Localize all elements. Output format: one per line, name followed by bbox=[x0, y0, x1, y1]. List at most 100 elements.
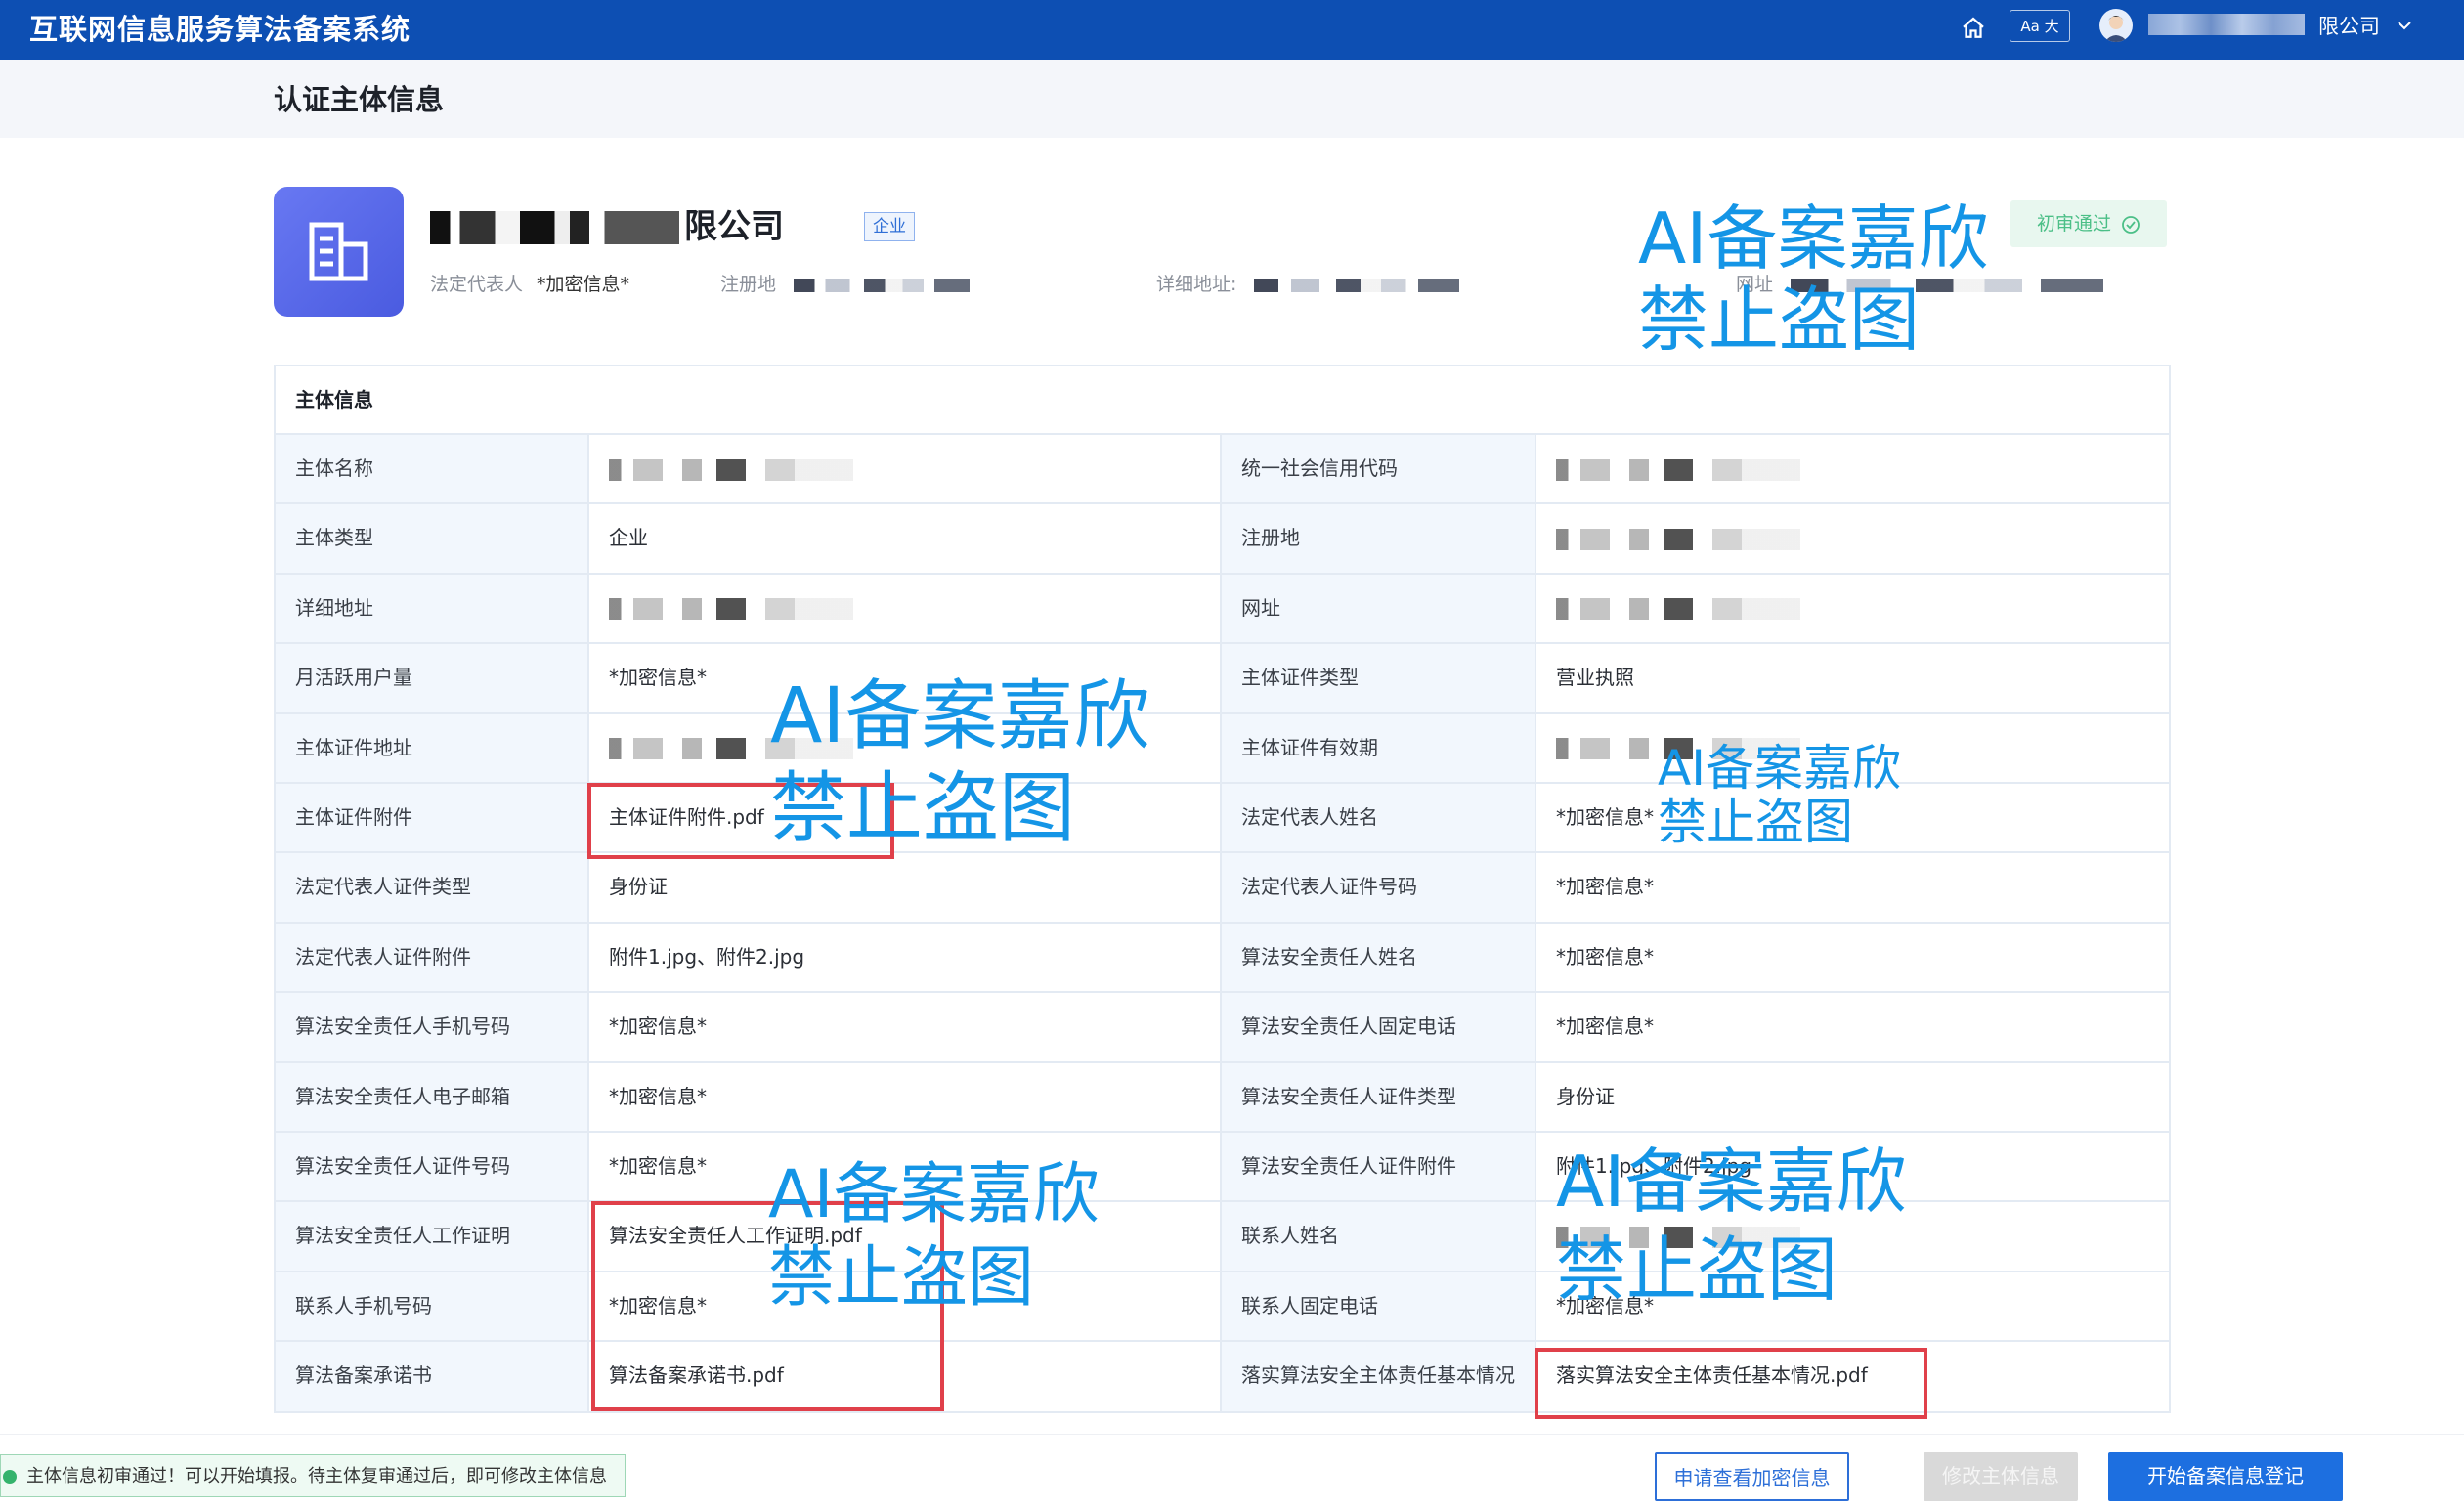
field-value[interactable]: 附件1.jpg、附件2.jpg bbox=[1536, 1133, 2169, 1203]
field-label: 法定代表人证件附件 bbox=[276, 923, 589, 994]
redacted-mosaic bbox=[1556, 528, 1800, 550]
field-value: *加密信息* bbox=[1536, 993, 2169, 1063]
avatar[interactable] bbox=[2099, 9, 2133, 42]
field-label: 联系人固定电话 bbox=[1222, 1272, 1536, 1343]
field-value bbox=[1536, 714, 2169, 784]
watermark-line: AI备案嘉欣 bbox=[1638, 197, 1989, 280]
field-value: *加密信息* bbox=[1536, 1272, 2169, 1343]
app-title: 互联网信息服务算法备案系统 bbox=[29, 13, 411, 46]
user-name-mosaic bbox=[2148, 14, 2305, 35]
field-label: 法定代表人证件类型 bbox=[276, 853, 589, 924]
edit-entity-button[interactable]: 修改主体信息 bbox=[1924, 1452, 2078, 1501]
field-label: 落实算法安全主体责任基本情况 bbox=[1222, 1342, 1536, 1412]
success-icon bbox=[3, 1470, 17, 1484]
redacted-mosaic bbox=[1556, 738, 1800, 760]
redacted-mosaic bbox=[1556, 598, 1800, 621]
notice-text: 主体信息初审通过！可以开始填报。待主体复审通过后，即可修改主体信息 bbox=[26, 1466, 607, 1487]
field-label: 算法安全责任人工作证明 bbox=[276, 1202, 589, 1272]
field-value bbox=[1536, 575, 2169, 645]
field-value[interactable]: 附件1.jpg、附件2.jpg bbox=[589, 923, 1222, 994]
field-value: 身份证 bbox=[589, 853, 1222, 924]
status-text: 初审通过 bbox=[2036, 213, 2111, 235]
field-label: 联系人姓名 bbox=[1222, 1202, 1536, 1272]
field-label: 网址 bbox=[1222, 574, 1536, 645]
field-label: 算法安全责任人证件类型 bbox=[1222, 1062, 1536, 1133]
field-value: *加密信息* bbox=[1536, 853, 2169, 924]
field-value bbox=[1536, 1202, 2169, 1272]
field-label: 主体证件类型 bbox=[1222, 644, 1536, 714]
field-label: 法定代表人证件号码 bbox=[1222, 853, 1536, 924]
reg-place-meta: 注册地 bbox=[720, 270, 971, 299]
start-registration-button[interactable]: 开始备案信息登记 bbox=[2108, 1452, 2343, 1501]
field-value: 身份证 bbox=[1536, 1063, 2169, 1133]
field-label: 主体证件有效期 bbox=[1222, 713, 1536, 784]
field-label: 算法安全责任人电子邮箱 bbox=[276, 1062, 589, 1133]
field-label: 算法备案承诺书 bbox=[276, 1342, 589, 1412]
field-value[interactable]: 算法备案承诺书.pdf bbox=[589, 1342, 1222, 1412]
field-value: *加密信息* bbox=[589, 993, 1222, 1063]
field-label: 统一社会信用代码 bbox=[1222, 435, 1536, 505]
user-name[interactable]: 限公司 bbox=[2318, 12, 2380, 41]
status-badge: 初审通过 bbox=[2010, 200, 2167, 247]
entity-info-table: 主体信息 主体名称 统一社会信用代码 主体类型 企业 注册地 详细地址 网址 月活跃用户量 *加… bbox=[274, 365, 2171, 1414]
field-label: 算法安全责任人证件号码 bbox=[276, 1132, 589, 1203]
top-navbar: 互联网信息服务算法备案系统 Aa 大 限公司 bbox=[0, 0, 2464, 60]
field-value: 营业执照 bbox=[1536, 644, 2169, 714]
address-meta: 详细地址: bbox=[1156, 270, 1460, 299]
field-value: *加密信息* bbox=[589, 1062, 1222, 1133]
field-label: 注册地 bbox=[1222, 504, 1536, 575]
field-label: 算法安全责任人固定电话 bbox=[1222, 993, 1536, 1063]
website-mosaic bbox=[1791, 278, 2104, 292]
redacted-mosaic bbox=[609, 458, 853, 481]
chevron-down-icon[interactable] bbox=[2395, 16, 2414, 35]
field-value[interactable]: 主体证件附件.pdf bbox=[589, 783, 1222, 854]
field-value bbox=[589, 435, 1222, 505]
field-label: 法定代表人姓名 bbox=[1222, 783, 1536, 854]
field-label: 主体证件附件 bbox=[276, 783, 589, 854]
address-label: 详细地址: bbox=[1156, 274, 1237, 295]
field-value[interactable]: 算法安全责任人工作证明.pdf bbox=[589, 1202, 1222, 1272]
address-mosaic bbox=[1254, 278, 1460, 292]
field-value bbox=[1536, 435, 2169, 505]
field-value: 企业 bbox=[589, 504, 1222, 575]
entity-type-tag: 企业 bbox=[864, 212, 915, 241]
reg-place-label: 注册地 bbox=[720, 274, 777, 295]
field-value bbox=[589, 574, 1222, 645]
home-icon[interactable] bbox=[1959, 14, 1988, 43]
view-encrypted-button[interactable]: 申请查看加密信息 bbox=[1655, 1452, 1849, 1501]
field-label: 联系人手机号码 bbox=[276, 1272, 589, 1343]
redacted-mosaic bbox=[1556, 458, 1800, 481]
field-label: 主体类型 bbox=[276, 504, 589, 575]
website-label: 网址 bbox=[1736, 274, 1774, 295]
section-title: 主体信息 bbox=[276, 366, 2169, 435]
field-value: *加密信息* bbox=[1536, 784, 2169, 854]
field-value bbox=[1536, 504, 2169, 575]
legal-rep-value: *加密信息* bbox=[537, 274, 630, 295]
field-value: *加密信息* bbox=[589, 1132, 1222, 1203]
website-meta: 网址 bbox=[1736, 270, 2104, 299]
field-label: 主体证件地址 bbox=[276, 713, 589, 784]
redacted-mosaic bbox=[1556, 1226, 1800, 1248]
redacted-mosaic bbox=[609, 598, 853, 621]
field-label: 详细地址 bbox=[276, 574, 589, 645]
field-value: *加密信息* bbox=[589, 644, 1222, 714]
redacted-mosaic bbox=[609, 738, 853, 760]
reg-place-mosaic bbox=[794, 278, 971, 292]
legal-rep-label: 法定代表人 bbox=[430, 274, 524, 295]
field-label: 算法安全责任人手机号码 bbox=[276, 993, 589, 1063]
field-value[interactable]: 落实算法安全主体责任基本情况.pdf bbox=[1536, 1342, 2169, 1411]
font-size-button[interactable]: Aa 大 bbox=[2010, 10, 2070, 42]
success-notice: 主体信息初审通过！可以开始填报。待主体复审通过后，即可修改主体信息 bbox=[0, 1454, 626, 1497]
company-name-mosaic bbox=[430, 211, 679, 244]
info-grid: 主体名称 统一社会信用代码 主体类型 企业 注册地 详细地址 网址 月活跃用户量 *加密信息* 主… bbox=[276, 435, 2169, 1412]
building-icon bbox=[274, 187, 404, 317]
field-value: *加密信息* bbox=[589, 1272, 1222, 1343]
legal-rep-meta: 法定代表人 *加密信息* bbox=[430, 270, 629, 299]
company-name: 限公司 bbox=[684, 207, 784, 246]
field-label: 算法安全责任人证件附件 bbox=[1222, 1132, 1536, 1203]
field-label: 主体名称 bbox=[276, 435, 589, 505]
field-value bbox=[589, 713, 1222, 784]
field-label: 月活跃用户量 bbox=[276, 644, 589, 714]
field-label: 算法安全责任人姓名 bbox=[1222, 923, 1536, 994]
field-value: *加密信息* bbox=[1536, 924, 2169, 994]
